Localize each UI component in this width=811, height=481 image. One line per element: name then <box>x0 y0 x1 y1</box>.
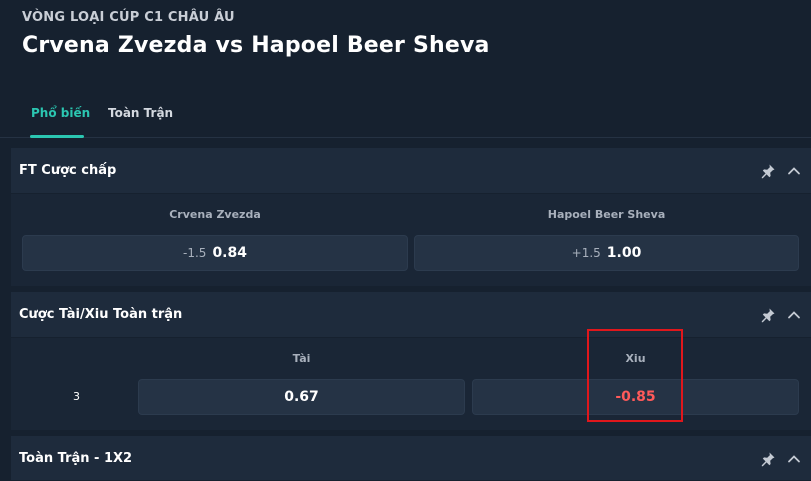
handicap-market-title: FT Cược chấp <box>19 163 117 178</box>
over-label: Tài <box>292 352 311 365</box>
chevron-up-icon[interactable] <box>787 308 801 322</box>
active-tab-indicator <box>30 135 84 138</box>
home-handicap-odds: 0.84 <box>212 245 247 261</box>
handicap-market: FT Cược chấp Crvena Zvezda Hapoel Beer S… <box>11 148 811 286</box>
under-odds: -0.85 <box>615 389 656 405</box>
away-handicap-odds: 1.00 <box>606 245 642 261</box>
under-odds-button[interactable]: -0.85 <box>472 379 799 415</box>
over-under-market: Cược Tài/Xiu Toàn trận Tài Xiu 3 0.67 -0… <box>11 292 811 430</box>
under-label: Xiu <box>625 352 646 365</box>
tab-popular[interactable]: Phổ biến <box>31 106 90 120</box>
tab-full-match[interactable]: Toàn Trận <box>108 106 173 120</box>
home-handicap-odds-button[interactable]: -1.5 0.84 <box>22 235 408 271</box>
handicap-market-header[interactable]: FT Cược chấp <box>11 148 811 194</box>
home-handicap-line: -1.5 <box>183 246 207 260</box>
match-header: VÒNG LOẠI CÚP C1 CHÂU ÂU Crvena Zvezda v… <box>22 10 490 58</box>
one-x-two-market-title: Toàn Trận - 1X2 <box>19 451 133 466</box>
over-odds: 0.67 <box>284 389 319 405</box>
away-handicap-odds-button[interactable]: +1.5 1.00 <box>414 235 799 271</box>
over-under-market-header[interactable]: Cược Tài/Xiu Toàn trận <box>11 292 811 338</box>
over-odds-button[interactable]: 0.67 <box>138 379 465 415</box>
pin-icon[interactable] <box>760 451 776 467</box>
one-x-two-market-header[interactable]: Toàn Trận - 1X2 <box>11 436 811 481</box>
market-tabs: Phổ biến Toàn Trận <box>0 96 811 138</box>
one-x-two-market: Toàn Trận - 1X2 <box>11 436 811 481</box>
match-title: Crvena Zvezda vs Hapoel Beer Sheva <box>22 33 490 58</box>
pin-icon[interactable] <box>760 163 776 179</box>
league-name: VÒNG LOẠI CÚP C1 CHÂU ÂU <box>22 10 235 25</box>
home-team-label: Crvena Zvezda <box>169 208 261 221</box>
goal-line-label: 3 <box>73 390 80 403</box>
away-team-label: Hapoel Beer Sheva <box>547 208 666 221</box>
pin-icon[interactable] <box>760 307 776 323</box>
away-handicap-line: +1.5 <box>571 246 601 260</box>
chevron-up-icon[interactable] <box>787 452 801 466</box>
over-under-market-title: Cược Tài/Xiu Toàn trận <box>19 307 183 322</box>
chevron-up-icon[interactable] <box>787 164 801 178</box>
